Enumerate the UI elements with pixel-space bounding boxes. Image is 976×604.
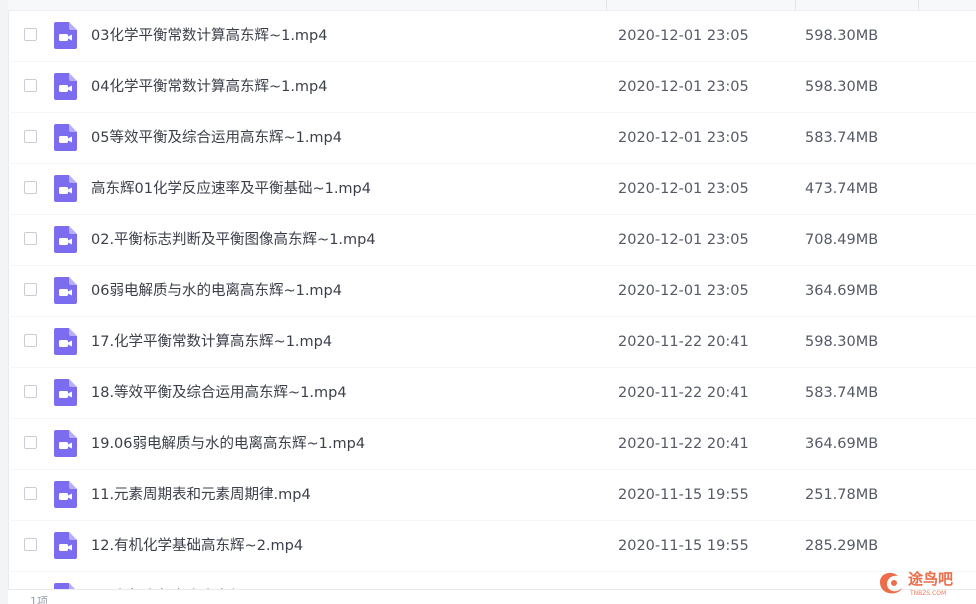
file-size: 251.78MB <box>805 487 879 503</box>
file-list: 03化学平衡常数计算高东辉~1.mp4 2020-12-01 23:05 598.3… <box>8 11 976 604</box>
file-size: 364.69MB <box>805 283 879 299</box>
file-row[interactable]: 06弱电解质与水的电离高东辉~1.mp4 2020-12-01 23:05 364.… <box>8 266 976 317</box>
file-row[interactable]: 02.平衡标志判断及平衡图像高东辉~1.mp4 2020-12-01 23:05 7… <box>8 215 976 266</box>
file-size: 598.30MB <box>805 79 879 95</box>
item-count-text: 1项 <box>30 595 48 604</box>
file-size: 583.74MB <box>805 130 879 146</box>
file-row[interactable]: 19.06弱电解质与水的电离高东辉~1.mp4 2020-11-22 20:41 3… <box>8 419 976 470</box>
file-modified-date: 2020-11-15 19:55 <box>618 487 749 503</box>
file-name[interactable]: 02.平衡标志判断及平衡图像高东辉~1.mp4 <box>91 230 376 250</box>
file-size: 285.29MB <box>805 538 879 554</box>
file-size: 473.74MB <box>805 181 879 197</box>
video-file-icon <box>54 379 77 406</box>
video-file-icon <box>54 481 77 508</box>
file-row[interactable]: 12.有机化学基础高东辉~2.mp4 2020-11-15 19:55 285.29… <box>8 521 976 572</box>
row-checkbox[interactable] <box>24 538 37 551</box>
video-file-icon <box>54 532 77 559</box>
file-row[interactable]: 11.元素周期表和元素周期律.mp4 2020-11-15 19:55 251.78… <box>8 470 976 521</box>
file-name[interactable]: 18.等效平衡及综合运用高东辉~1.mp4 <box>91 383 347 403</box>
file-name[interactable]: 12.有机化学基础高东辉~2.mp4 <box>91 536 303 556</box>
row-checkbox[interactable] <box>24 232 37 245</box>
file-size: 708.49MB <box>805 232 879 248</box>
file-name[interactable]: 05等效平衡及综合运用高东辉~1.mp4 <box>91 128 342 148</box>
status-bar: 1项 <box>8 589 976 604</box>
file-row[interactable]: 05等效平衡及综合运用高东辉~1.mp4 2020-12-01 23:05 583.… <box>8 113 976 164</box>
video-file-icon <box>54 328 77 355</box>
video-file-icon <box>54 124 77 151</box>
file-row[interactable]: 17.化学平衡常数计算高东辉~1.mp4 2020-11-22 20:41 598.… <box>8 317 976 368</box>
video-file-icon <box>54 73 77 100</box>
video-file-icon <box>54 430 77 457</box>
file-modified-date: 2020-12-01 23:05 <box>618 28 749 44</box>
file-name[interactable]: 19.06弱电解质与水的电离高东辉~1.mp4 <box>91 434 365 454</box>
file-size: 364.69MB <box>805 436 879 452</box>
row-checkbox[interactable] <box>24 181 37 194</box>
header-column-separator[interactable] <box>795 0 796 10</box>
file-name[interactable]: 03化学平衡常数计算高东辉~1.mp4 <box>91 26 328 46</box>
row-checkbox[interactable] <box>24 283 37 296</box>
header-column-separator[interactable] <box>918 0 919 10</box>
video-file-icon <box>54 277 77 304</box>
file-modified-date: 2020-12-01 23:05 <box>618 232 749 248</box>
row-checkbox[interactable] <box>24 385 37 398</box>
file-modified-date: 2020-12-01 23:05 <box>618 130 749 146</box>
file-size: 583.74MB <box>805 385 879 401</box>
video-file-icon <box>54 22 77 49</box>
row-checkbox[interactable] <box>24 79 37 92</box>
row-checkbox[interactable] <box>24 334 37 347</box>
column-header-strip <box>8 0 976 11</box>
file-modified-date: 2020-12-01 23:05 <box>618 79 749 95</box>
file-modified-date: 2020-12-01 23:05 <box>618 283 749 299</box>
video-file-icon <box>54 226 77 253</box>
file-name[interactable]: 11.元素周期表和元素周期律.mp4 <box>91 485 311 505</box>
file-row[interactable]: 高东辉01化学反应速率及平衡基础~1.mp4 2020-12-01 23:05 47… <box>8 164 976 215</box>
file-list-window: 03化学平衡常数计算高东辉~1.mp4 2020-12-01 23:05 598.3… <box>0 0 976 604</box>
file-row[interactable]: 03化学平衡常数计算高东辉~1.mp4 2020-12-01 23:05 598.3… <box>8 11 976 62</box>
video-file-icon <box>54 175 77 202</box>
row-checkbox[interactable] <box>24 28 37 41</box>
file-name[interactable]: 17.化学平衡常数计算高东辉~1.mp4 <box>91 332 332 352</box>
file-modified-date: 2020-11-22 20:41 <box>618 436 749 452</box>
row-checkbox[interactable] <box>24 130 37 143</box>
file-modified-date: 2020-12-01 23:05 <box>618 181 749 197</box>
row-checkbox[interactable] <box>24 487 37 500</box>
file-row[interactable]: 18.等效平衡及综合运用高东辉~1.mp4 2020-11-22 20:41 583… <box>8 368 976 419</box>
file-size: 598.30MB <box>805 28 879 44</box>
file-row[interactable]: 04化学平衡常数计算高东辉~1.mp4 2020-12-01 23:05 598.3… <box>8 62 976 113</box>
file-modified-date: 2020-11-22 20:41 <box>618 334 749 350</box>
file-size: 598.30MB <box>805 334 879 350</box>
row-checkbox[interactable] <box>24 436 37 449</box>
file-name[interactable]: 高东辉01化学反应速率及平衡基础~1.mp4 <box>91 179 371 199</box>
file-modified-date: 2020-11-22 20:41 <box>618 385 749 401</box>
file-modified-date: 2020-11-15 19:55 <box>618 538 749 554</box>
header-column-separator[interactable] <box>606 0 607 10</box>
file-name[interactable]: 04化学平衡常数计算高东辉~1.mp4 <box>91 77 328 97</box>
file-name[interactable]: 06弱电解质与水的电离高东辉~1.mp4 <box>91 281 342 301</box>
